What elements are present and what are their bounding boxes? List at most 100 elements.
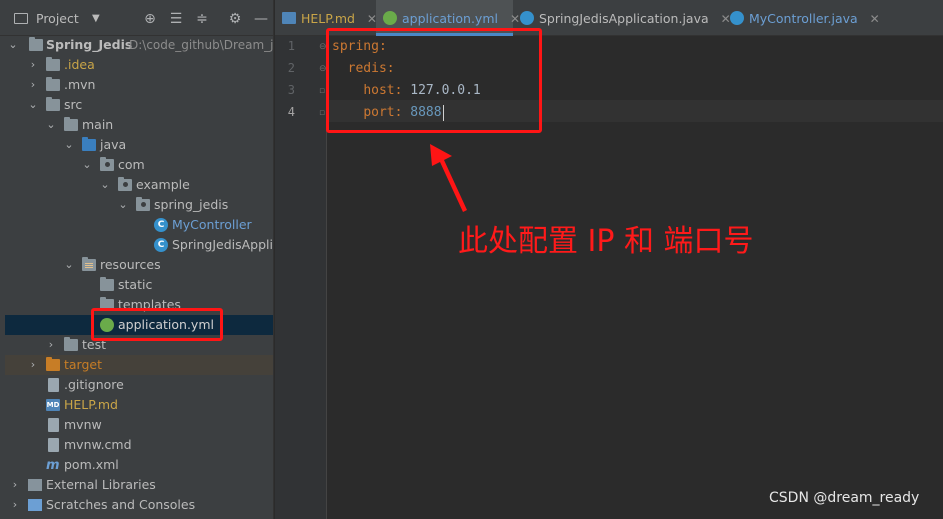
- file-icon: [48, 418, 59, 432]
- folder-icon: [46, 57, 60, 71]
- tree-item-mycontroller[interactable]: C MyController: [5, 215, 273, 235]
- code-editor[interactable]: spring: redis: host: 127.0.0.1 port: 888…: [328, 36, 943, 519]
- tree-item-gitignore[interactable]: .gitignore: [5, 375, 273, 395]
- tree-item-spring-jedis[interactable]: ⌄ spring_jedis: [5, 195, 273, 215]
- line-number: 1: [287, 39, 295, 53]
- tree-item-label: Spring_Jedis: [46, 37, 133, 52]
- tree-item-label: com: [118, 157, 145, 172]
- close-icon[interactable]: ✕: [870, 12, 880, 26]
- chevron-right-icon[interactable]: ›: [9, 475, 21, 495]
- tree-item-mvnw-cmd[interactable]: mvnw.cmd: [5, 435, 273, 455]
- tab-label: MyController.java: [749, 11, 858, 26]
- chevron-down-icon[interactable]: ⌄: [63, 135, 75, 155]
- file-icon: [48, 378, 59, 392]
- library-icon: [28, 479, 42, 491]
- chevron-right-icon[interactable]: ›: [27, 75, 39, 95]
- fold-marker-icon[interactable]: ▫: [319, 108, 325, 118]
- chevron-right-icon[interactable]: ›: [27, 355, 39, 375]
- tree-item-application-yml[interactable]: application.yml: [5, 315, 273, 335]
- tree-item-label: main: [82, 117, 114, 132]
- tree-item-scratches[interactable]: › Scratches and Consoles: [5, 495, 273, 515]
- tree-item-resources[interactable]: ⌄ resources: [5, 255, 273, 275]
- tree-item-label: mvnw: [64, 417, 102, 432]
- tree-item-mvnw[interactable]: mvnw: [5, 415, 273, 435]
- spring-boot-class-icon: C: [154, 238, 168, 252]
- tree-item-idea[interactable]: › .idea: [5, 55, 273, 75]
- tree-item-mvn[interactable]: › .mvn: [5, 75, 273, 95]
- tree-item-example[interactable]: ⌄ example: [5, 175, 273, 195]
- fold-marker-icon[interactable]: ▫: [319, 86, 325, 96]
- tree-item-label: java: [100, 137, 127, 152]
- code-line-3: host: 127.0.0.1: [332, 80, 480, 102]
- chevron-down-icon[interactable]: ⌄: [7, 35, 19, 55]
- line-number: 4: [287, 105, 295, 119]
- tree-item-java[interactable]: ⌄ java: [5, 135, 273, 155]
- java-class-icon: [730, 11, 744, 25]
- minimize-icon[interactable]: —: [252, 10, 270, 28]
- tree-item-label: Scratches and Consoles: [46, 497, 196, 512]
- tree-item-label: mvnw.cmd: [64, 437, 132, 452]
- tree-item-path: D:\code_github\Dream_ja: [129, 38, 274, 52]
- yaml-colon: :: [394, 83, 403, 98]
- tree-item-src[interactable]: ⌄ src: [5, 95, 273, 115]
- folder-icon: [100, 277, 114, 291]
- project-panel-header: Project ▼ ⊕ ☰ ≑ ⚙ —: [0, 0, 273, 36]
- tab-help-md[interactable]: HELP.md ✕: [275, 0, 377, 36]
- spring-yml-icon: [100, 318, 114, 332]
- tree-item-target[interactable]: › target: [5, 355, 273, 375]
- package-icon: [118, 177, 132, 191]
- tab-springjedisapplication[interactable]: SpringJedisApplication.java ✕: [513, 0, 731, 36]
- tree-item-main[interactable]: ⌄ main: [5, 115, 273, 135]
- folder-icon: [100, 297, 114, 311]
- tab-application-yml[interactable]: application.yml ✕: [376, 0, 520, 36]
- tree-item-pom-xml[interactable]: m pom.xml: [5, 455, 273, 475]
- tree-item-label: target: [64, 357, 103, 372]
- editor-gutter: 1 2 3 4 ⊖ ⊖ ▫ ▫: [275, 36, 327, 519]
- chevron-right-icon[interactable]: ›: [45, 335, 57, 355]
- fold-marker-icon[interactable]: ⊖: [319, 64, 327, 74]
- chevron-down-icon[interactable]: ⌄: [99, 175, 111, 195]
- source-folder-icon: [82, 137, 96, 151]
- chevron-down-icon[interactable]: ⌄: [27, 95, 39, 115]
- expand-icon[interactable]: ≑: [193, 10, 211, 28]
- tree-item-label: example: [136, 177, 190, 192]
- package-icon: [100, 157, 114, 171]
- collapse-icon[interactable]: ☰: [167, 10, 185, 28]
- tree-item-templates[interactable]: templates: [5, 295, 273, 315]
- folder-icon: [46, 77, 60, 91]
- yaml-colon: :: [394, 105, 403, 120]
- project-panel: Project ▼ ⊕ ☰ ≑ ⚙ — ⌄ Spring_Jedis D:\co…: [0, 0, 274, 519]
- tree-item-help-md[interactable]: MD HELP.md: [5, 395, 273, 415]
- chevron-down-icon[interactable]: ⌄: [81, 155, 93, 175]
- chevron-down-icon[interactable]: ⌄: [117, 195, 129, 215]
- project-view-dropdown[interactable]: Project: [36, 10, 79, 28]
- chevron-down-icon[interactable]: ⌄: [45, 115, 57, 135]
- gear-icon[interactable]: ⚙: [226, 10, 244, 28]
- yaml-colon: :: [378, 39, 387, 54]
- tree-item-springjedisapplication[interactable]: C SpringJedisApplic: [5, 235, 273, 255]
- fold-marker-icon[interactable]: ⊖: [319, 42, 327, 52]
- chevron-down-icon[interactable]: ▼: [92, 10, 100, 28]
- tree-item-test[interactable]: › test: [5, 335, 273, 355]
- spring-yml-icon: [383, 11, 397, 25]
- folder-icon: [64, 337, 78, 351]
- yaml-key: host: [363, 83, 395, 98]
- code-line-1: spring:: [332, 36, 387, 58]
- target-icon[interactable]: ⊕: [141, 10, 159, 28]
- tree-item-root[interactable]: ⌄ Spring_Jedis D:\code_github\Dream_ja: [5, 35, 274, 55]
- package-icon: [136, 197, 150, 211]
- tree-item-label: .idea: [64, 57, 95, 72]
- chevron-right-icon[interactable]: ›: [9, 495, 21, 515]
- resources-folder-icon: [82, 257, 96, 271]
- chevron-down-icon[interactable]: ⌄: [63, 255, 75, 275]
- folder-icon: [46, 97, 60, 111]
- tab-mycontroller[interactable]: MyController.java ✕: [723, 0, 880, 36]
- tab-label: SpringJedisApplication.java: [539, 11, 709, 26]
- tree-item-com[interactable]: ⌄ com: [5, 155, 273, 175]
- chevron-right-icon[interactable]: ›: [27, 55, 39, 75]
- tree-item-external-libraries[interactable]: › External Libraries: [5, 475, 273, 495]
- markdown-icon: MD: [46, 399, 60, 411]
- tree-item-static[interactable]: static: [5, 275, 273, 295]
- maven-icon: m: [46, 458, 60, 473]
- tree-item-label: templates: [118, 297, 181, 312]
